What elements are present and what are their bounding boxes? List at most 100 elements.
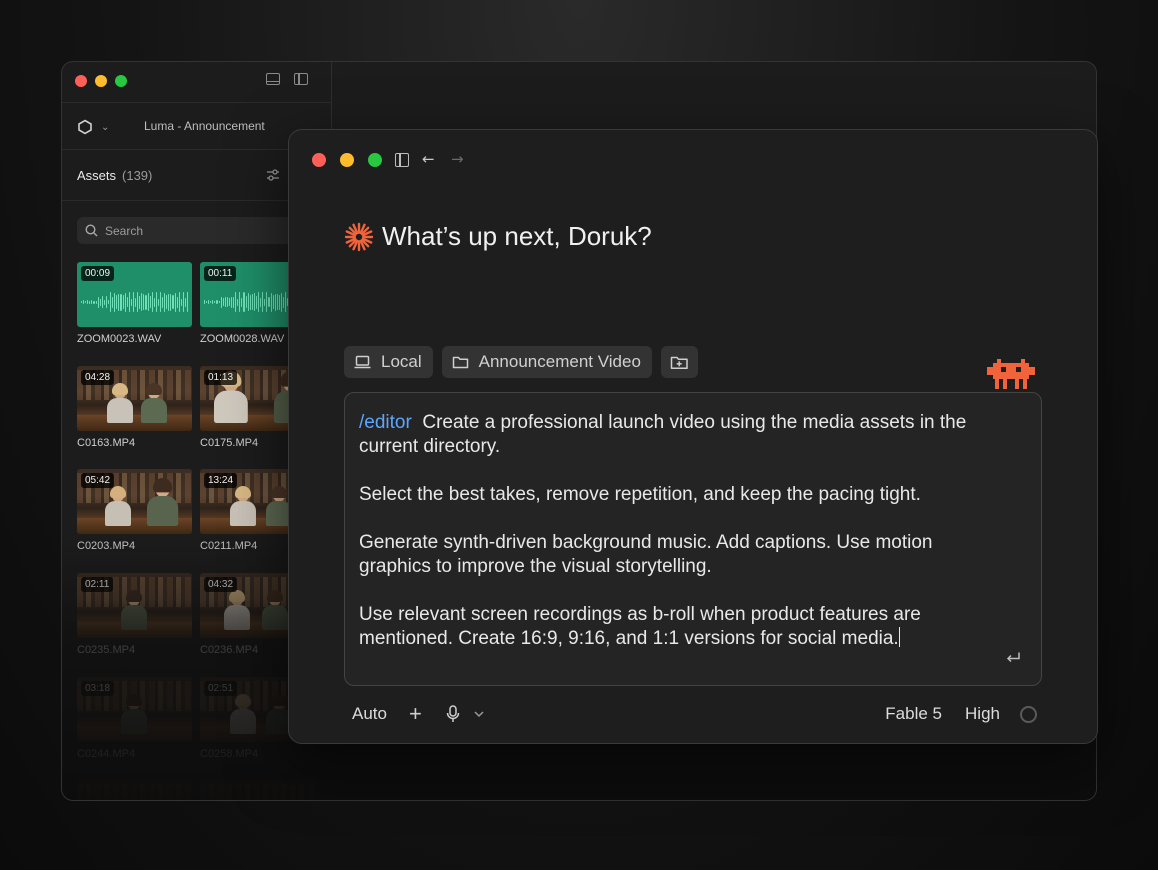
prompt-input[interactable]: /editor Create a professional launch vid…	[344, 392, 1042, 686]
waveform-bar	[126, 297, 128, 307]
model-selector[interactable]: Fable 5	[885, 704, 942, 724]
waveform-bar	[182, 292, 184, 312]
close-window-button[interactable]	[312, 153, 326, 167]
duration-badge: 02:51	[204, 681, 238, 696]
microphone-icon[interactable]	[446, 705, 460, 723]
asset-item[interactable]: 00:09 ZOOM0023.WAV	[77, 262, 192, 345]
waveform-bar	[118, 293, 120, 311]
assets-title: Assets	[77, 168, 117, 183]
asset-item[interactable]: 04:28 C0163.MP4	[77, 366, 192, 449]
folder-icon	[452, 356, 468, 369]
waveform-bar	[276, 294, 278, 310]
search-field[interactable]	[77, 217, 317, 244]
duration-badge: 00:09	[81, 266, 115, 281]
waveform-bar	[241, 297, 243, 307]
chat-window: ← → What’s up next, Doruk? Local Announc…	[288, 129, 1098, 744]
video-thumbnail	[77, 780, 192, 800]
forward-arrow-icon[interactable]: →	[451, 150, 464, 168]
filter-icon[interactable]	[266, 168, 280, 182]
slash-command: /editor	[359, 412, 412, 433]
sidebar-toggle-icon[interactable]	[395, 153, 409, 167]
chip-label: Local	[381, 352, 422, 371]
waveform-bar	[120, 293, 122, 311]
local-chip[interactable]: Local	[344, 346, 433, 378]
waveform-bar	[226, 297, 228, 307]
asset-item[interactable]	[77, 780, 192, 800]
add-attachment-icon[interactable]: +	[409, 703, 422, 725]
person-figure	[262, 590, 288, 630]
waveform-bar	[166, 295, 168, 309]
folder-add-icon	[670, 356, 688, 369]
duration-badge: 13:24	[204, 473, 238, 488]
waveform-bar	[233, 296, 235, 308]
toggle-sidebar-icon[interactable]	[294, 73, 308, 85]
video-thumbnail	[200, 780, 315, 800]
prompt-body: Create a professional launch video using…	[359, 412, 967, 649]
chevron-down-icon[interactable]	[473, 708, 485, 720]
waveform-bar	[253, 293, 255, 311]
duration-badge: 04:28	[81, 370, 115, 385]
waveform-bar	[137, 292, 139, 312]
asset-item[interactable]: 02:11 C0235.MP4	[77, 573, 192, 656]
waveform-bar	[224, 297, 226, 307]
waveform	[81, 284, 189, 320]
minimize-window-button[interactable]	[340, 153, 354, 167]
maximize-window-button[interactable]	[115, 75, 127, 87]
maximize-window-button[interactable]	[368, 153, 382, 167]
waveform-bar	[151, 292, 153, 312]
waveform-bar	[258, 292, 260, 312]
waveform-bar	[231, 296, 233, 308]
waveform-bar	[135, 297, 137, 307]
mode-selector[interactable]: Auto	[352, 704, 387, 724]
close-window-button[interactable]	[75, 75, 87, 87]
waveform-bar	[208, 300, 210, 304]
person-figure	[105, 486, 131, 526]
waveform-bar	[206, 301, 208, 303]
enter-key-icon[interactable]	[1005, 651, 1021, 665]
waveform-bar	[285, 292, 287, 312]
waveform-bar	[210, 301, 212, 303]
waveform-bar	[268, 297, 270, 307]
waveform-bar	[255, 295, 258, 309]
duration-badge: 05:42	[81, 473, 115, 488]
add-folder-button[interactable]	[660, 346, 698, 378]
asset-filename: C0235.MP4	[77, 644, 136, 656]
waveform-bar	[83, 300, 85, 304]
waveform-bar	[243, 292, 245, 312]
minimize-window-button[interactable]	[95, 75, 107, 87]
video-thumbnail: 04:28	[77, 366, 192, 431]
asset-item[interactable]: 03:18 C0244.MP4	[77, 677, 192, 760]
waveform-bar	[274, 293, 276, 311]
asset-item[interactable]: 05:42 C0203.MP4	[77, 469, 192, 552]
asset-filename: C0244.MP4	[77, 748, 136, 760]
hexagon-icon	[78, 119, 92, 135]
waveform-bar	[235, 292, 237, 312]
search-input[interactable]	[105, 217, 305, 244]
waveform-bar	[280, 292, 282, 312]
effort-selector[interactable]: High	[965, 704, 1000, 724]
person-figure	[224, 590, 250, 630]
waveform-bar	[164, 292, 166, 312]
waveform-bar	[239, 292, 241, 312]
video-thumbnail: 05:42	[77, 469, 192, 534]
waveform-bar	[112, 296, 114, 308]
asset-item[interactable]	[200, 780, 315, 800]
waveform-bar	[266, 292, 268, 312]
waveform-bar	[99, 298, 101, 306]
asset-filename: ZOOM0023.WAV	[77, 333, 162, 345]
waveform-bar	[141, 293, 143, 311]
waveform-bar	[264, 298, 266, 306]
waveform-bar	[93, 300, 95, 304]
waveform-bar	[95, 300, 97, 304]
mascot-icon	[987, 359, 1035, 389]
waveform-bar	[139, 295, 141, 309]
toggle-bottom-panel-icon[interactable]	[266, 73, 280, 85]
assets-header: Assets (139)	[77, 168, 152, 183]
back-arrow-icon[interactable]: ←	[422, 150, 435, 168]
prompt-text[interactable]: /editor Create a professional launch vid…	[359, 411, 999, 651]
waveform-bar	[270, 292, 272, 312]
waveform-bar	[220, 296, 222, 308]
folder-chip[interactable]: Announcement Video	[441, 346, 652, 378]
chip-label: Announcement Video	[478, 352, 641, 371]
person-figure	[230, 486, 256, 526]
